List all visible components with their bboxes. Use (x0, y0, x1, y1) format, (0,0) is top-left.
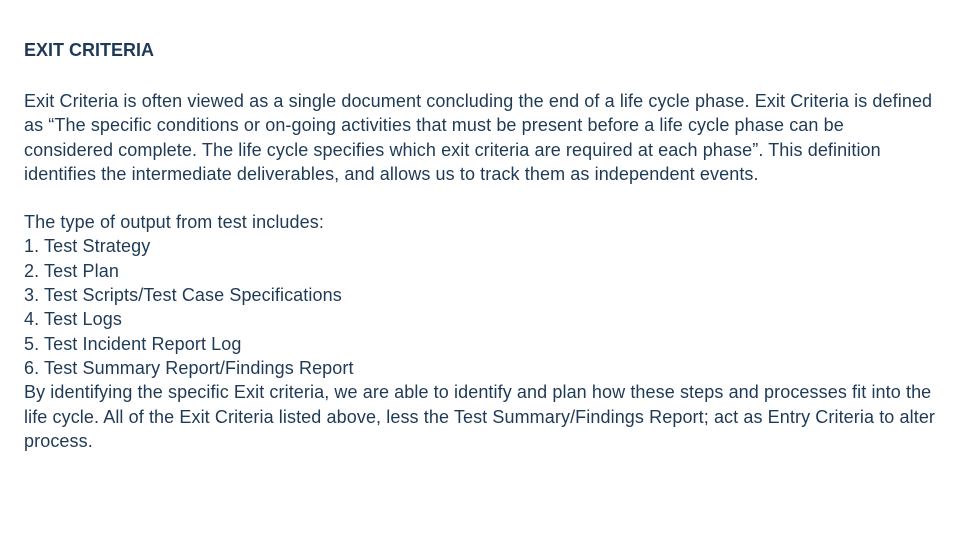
slide: EXIT CRITERIA Exit Criteria is often vie… (0, 0, 960, 540)
output-types-outro: By identifying the specific Exit criteri… (24, 380, 936, 453)
output-item-1: 1. Test Strategy (24, 234, 936, 258)
output-types-block: The type of output from test includes: 1… (24, 210, 936, 453)
output-item-4: 4. Test Logs (24, 307, 936, 331)
heading-exit-criteria: EXIT CRITERIA (24, 40, 936, 61)
paragraph-definition: Exit Criteria is often viewed as a singl… (24, 89, 936, 186)
output-item-2: 2. Test Plan (24, 259, 936, 283)
output-types-intro: The type of output from test includes: (24, 210, 936, 234)
output-item-5: 5. Test Incident Report Log (24, 332, 936, 356)
output-item-6: 6. Test Summary Report/Findings Report (24, 356, 936, 380)
output-item-3: 3. Test Scripts/Test Case Specifications (24, 283, 936, 307)
